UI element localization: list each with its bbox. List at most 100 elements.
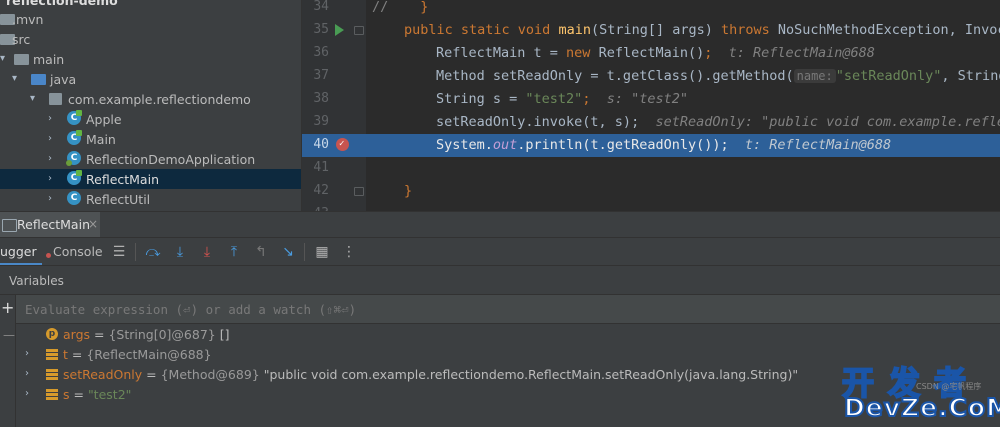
- spring-class-icon: C: [66, 151, 81, 166]
- package-icon: [49, 93, 62, 105]
- run-icon[interactable]: [335, 24, 344, 36]
- tree-item-label: .mvn: [12, 12, 44, 27]
- force-step-into-icon[interactable]: ⤓: [199, 244, 215, 260]
- tree-item-main-class[interactable]: › C Main: [0, 129, 301, 149]
- tree-item-mvn[interactable]: .mvn: [0, 9, 301, 29]
- tree-item-label: ReflectionDemoApplication: [86, 152, 256, 167]
- breakpoint-icon[interactable]: ✓: [336, 138, 349, 151]
- variable-text: setReadOnly = {Method@689} "public void …: [63, 367, 799, 382]
- class-icon: C: [67, 130, 82, 145]
- tree-item-label: Apple: [86, 112, 122, 127]
- variable-text: args = {String[0]@687} []: [63, 327, 230, 342]
- console-error-icon: [46, 253, 51, 258]
- chevron-right-icon[interactable]: ›: [48, 112, 58, 126]
- code-line[interactable]: 36 ReflectMain t = new ReflectMain(); t:…: [302, 42, 1000, 65]
- add-watch-icon[interactable]: +: [1, 298, 14, 317]
- watermark-credit: CSDN @宅帆程序: [916, 382, 982, 391]
- tab-console[interactable]: Console: [46, 244, 103, 259]
- code-line[interactable]: 43: [302, 203, 1000, 211]
- variable-text: s = "test2": [63, 387, 132, 402]
- class-icon: C: [67, 110, 82, 125]
- toolbar-separator: [304, 243, 305, 261]
- run-to-cursor-icon[interactable]: ↘: [280, 244, 296, 260]
- code-editor[interactable]: 34 //} 35 public static void main(String…: [301, 0, 1000, 211]
- variable-text: t = {ReflectMain@688}: [63, 347, 212, 362]
- source-folder-icon: [31, 74, 46, 85]
- tree-item-package[interactable]: ▾ com.example.reflectiondemo: [0, 89, 301, 109]
- chevron-right-icon[interactable]: ›: [25, 388, 29, 399]
- variable-row[interactable]: p args = {String[0]@687} []: [16, 325, 1000, 345]
- line-number: 41: [313, 160, 329, 175]
- close-icon[interactable]: ×: [88, 217, 98, 231]
- chevron-down-icon[interactable]: ▾: [30, 92, 40, 106]
- tab-debugger[interactable]: ugger: [0, 244, 37, 259]
- code-line[interactable]: 41: [302, 157, 1000, 180]
- line-code: setReadOnly.invoke(t, s); setReadOnly: "…: [436, 114, 1000, 130]
- debug-toolbar: ugger Console ☰ ⤼ ⤓ ⤓ ⤒ ↰ ↘ ▦ ⋮: [0, 237, 1000, 266]
- tree-item-src[interactable]: src: [0, 29, 301, 49]
- tree-item-label: ReflectUtil: [86, 192, 151, 207]
- tree-item-main[interactable]: ▾ main: [0, 49, 301, 69]
- tree-item-reflection-demo-application[interactable]: › C ReflectionDemoApplication: [0, 149, 301, 169]
- field-icon: [46, 349, 58, 352]
- variables-title: Variables: [9, 274, 64, 288]
- menu-icon[interactable]: ☰: [111, 244, 127, 260]
- toolbar-separator: [135, 243, 136, 261]
- fold-icon[interactable]: [354, 26, 364, 35]
- tree-item-reflect-util[interactable]: › C ReflectUtil: [0, 189, 301, 209]
- step-over-icon[interactable]: ⤼: [145, 244, 161, 260]
- chevron-right-icon[interactable]: ›: [48, 192, 58, 206]
- class-icon: C: [67, 191, 81, 205]
- line-number: 37: [313, 68, 329, 83]
- tree-item-label: com.example.reflectiondemo: [68, 92, 251, 107]
- line-number: 35: [313, 22, 329, 37]
- debug-window-icon: [2, 219, 17, 232]
- chevron-right-icon[interactable]: ›: [48, 172, 58, 186]
- line-code: Method setReadOnly = t.getClass().getMet…: [436, 68, 1000, 84]
- tree-item-java[interactable]: ▾ java: [0, 69, 301, 89]
- chevron-down-icon[interactable]: ▾: [0, 52, 10, 66]
- line-number: 42: [313, 183, 329, 198]
- class-icon: C: [67, 170, 82, 185]
- execution-line[interactable]: 40 ✓ System.out.println(t.getReadOnly())…: [302, 134, 1000, 157]
- trace-icon[interactable]: ⋮: [341, 244, 357, 260]
- project-tree: reflection-demo .mvn src ▾ main ▾ java ▾…: [0, 0, 301, 211]
- folder-icon: [14, 54, 29, 65]
- chevron-right-icon[interactable]: ›: [25, 348, 29, 359]
- fold-icon[interactable]: [354, 187, 364, 196]
- drop-frame-icon[interactable]: ↰: [253, 244, 269, 260]
- line-code: public static void main(String[] args) t…: [404, 22, 1000, 38]
- tree-item-label: src: [12, 32, 31, 47]
- code-line[interactable]: 42 }: [302, 180, 1000, 203]
- tree-item-label: Main: [86, 132, 116, 147]
- code-line[interactable]: 37 Method setReadOnly = t.getClass().get…: [302, 65, 1000, 88]
- line-number: 39: [313, 114, 329, 129]
- evaluate-icon[interactable]: ▦: [314, 244, 330, 260]
- step-into-icon[interactable]: ⤓: [172, 244, 188, 260]
- code-line[interactable]: 38 String s = "test2"; s: "test2": [302, 88, 1000, 111]
- line-code: //}: [372, 0, 429, 15]
- chevron-right-icon[interactable]: ›: [48, 152, 58, 166]
- tree-item-reflect-main[interactable]: › C ReflectMain: [0, 169, 301, 189]
- chevron-down-icon[interactable]: ▾: [12, 72, 22, 86]
- chevron-right-icon[interactable]: ›: [25, 368, 29, 379]
- remove-watch-icon[interactable]: —: [3, 328, 15, 342]
- line-code: String s = "test2"; s: "test2": [436, 91, 688, 107]
- line-number: 34: [313, 0, 329, 14]
- line-code: }: [404, 183, 413, 199]
- tree-item-apple[interactable]: › C Apple: [0, 109, 301, 129]
- line-number: 36: [313, 45, 329, 60]
- chevron-right-icon[interactable]: ›: [48, 132, 58, 146]
- debug-session-tab[interactable]: ReflectMain ×: [0, 212, 100, 238]
- code-line[interactable]: 39 setReadOnly.invoke(t, s); setReadOnly…: [302, 111, 1000, 134]
- tree-item-label: reflection-demo: [6, 0, 118, 8]
- tree-item-label: java: [50, 72, 77, 87]
- code-line[interactable]: 34 //}: [302, 0, 1000, 19]
- evaluate-expression-input[interactable]: Evaluate expression (⏎) or add a watch (…: [16, 295, 1000, 324]
- code-line[interactable]: 35 public static void main(String[] args…: [302, 19, 1000, 42]
- watermark-en: DevZe.CoM: [843, 392, 1000, 423]
- field-icon: [46, 369, 58, 372]
- variables-header: Variables: [0, 265, 1000, 295]
- step-out-icon[interactable]: ⤒: [226, 244, 242, 260]
- parameter-hint: name:: [793, 69, 836, 83]
